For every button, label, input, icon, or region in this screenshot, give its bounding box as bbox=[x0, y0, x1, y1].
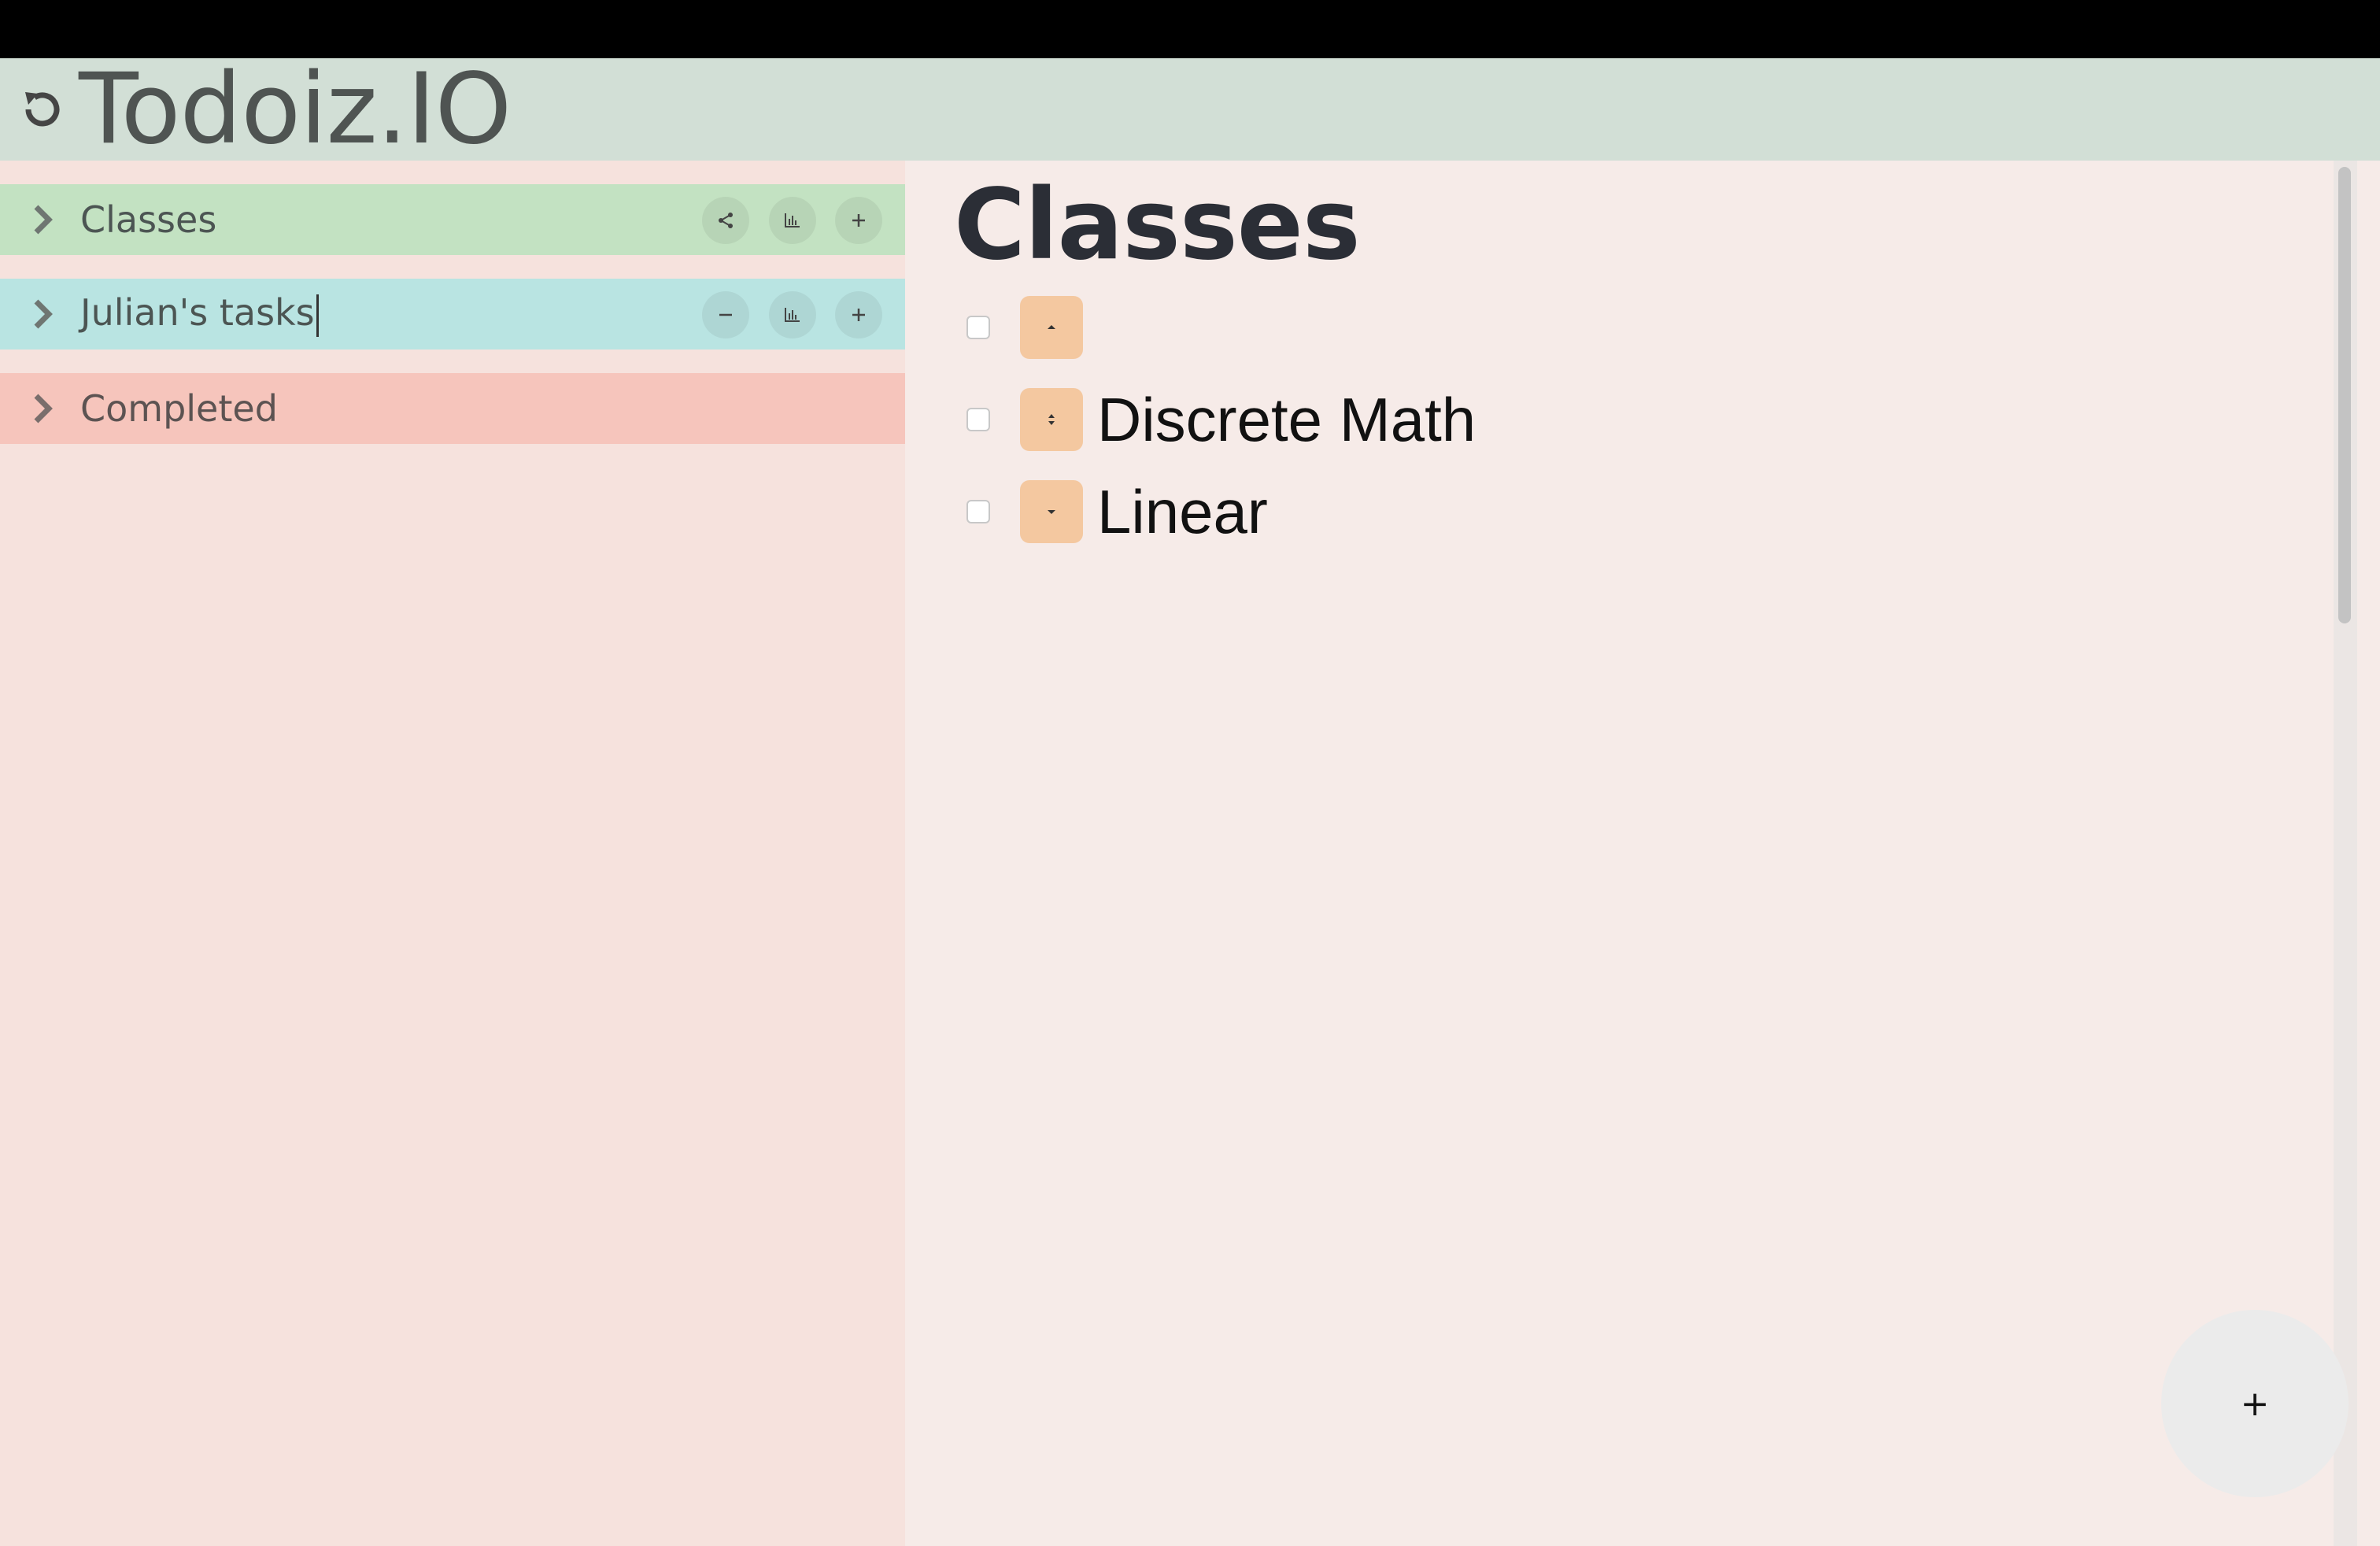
task-checkbox[interactable] bbox=[966, 408, 990, 431]
list-item-completed[interactable]: Completed bbox=[0, 373, 905, 444]
text-cursor bbox=[316, 294, 319, 337]
list-name-input[interactable]: Julian's tasks bbox=[80, 291, 319, 337]
app-header: Todoiz.IO bbox=[0, 58, 2380, 161]
minus-icon[interactable] bbox=[702, 291, 749, 338]
task-row bbox=[966, 294, 1097, 361]
sidebar: Classes Julian's tasks Completed bbox=[0, 161, 905, 1546]
task-checkbox[interactable] bbox=[966, 500, 990, 523]
top-black-bar bbox=[0, 0, 2380, 58]
list-item-classes[interactable]: Classes bbox=[0, 184, 905, 255]
plus-icon[interactable] bbox=[835, 197, 882, 244]
add-task-button[interactable]: + bbox=[2161, 1310, 2349, 1497]
chart-icon[interactable] bbox=[769, 291, 816, 338]
app-title: Todoiz.IO bbox=[79, 53, 512, 166]
chevron-right-icon[interactable] bbox=[31, 297, 60, 331]
move-up-only-icon[interactable] bbox=[1020, 480, 1083, 543]
scrollbar[interactable] bbox=[2334, 161, 2357, 1546]
scrollbar-thumb[interactable] bbox=[2338, 167, 2351, 623]
list-item-julians-tasks[interactable]: Julian's tasks bbox=[0, 279, 905, 350]
list-item-label: Completed bbox=[80, 387, 278, 430]
task-checkbox[interactable] bbox=[966, 316, 990, 339]
task-row: Linear bbox=[966, 476, 1268, 548]
main-panel: Classes Discrete Math Linear bbox=[905, 161, 2334, 1546]
page-title: Classes bbox=[954, 168, 1361, 282]
move-up-down-icon[interactable] bbox=[1020, 388, 1083, 451]
chevron-right-icon[interactable] bbox=[31, 391, 60, 426]
list-item-label: Julian's tasks bbox=[80, 291, 315, 335]
plus-icon[interactable] bbox=[835, 291, 882, 338]
move-down-only-icon[interactable] bbox=[1020, 296, 1083, 359]
list-item-label: Classes bbox=[80, 198, 217, 241]
chevron-right-icon[interactable] bbox=[31, 202, 60, 237]
chart-icon[interactable] bbox=[769, 197, 816, 244]
task-row: Discrete Math bbox=[966, 384, 1476, 456]
refresh-icon[interactable] bbox=[14, 81, 71, 138]
task-label[interactable]: Discrete Math bbox=[1097, 384, 1476, 456]
task-label[interactable]: Linear bbox=[1097, 476, 1268, 548]
share-icon[interactable] bbox=[702, 197, 749, 244]
